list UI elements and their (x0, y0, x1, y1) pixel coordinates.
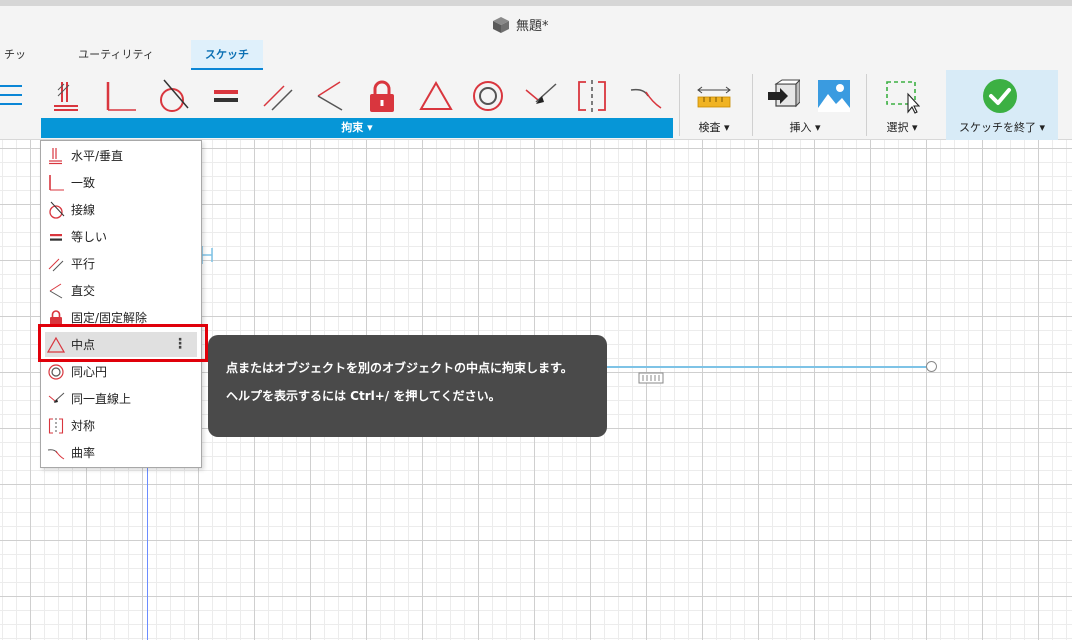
tab-bar: チック ユーティリティ スケッチ (0, 40, 1072, 91)
menu-item-label: 水平/垂直 (71, 149, 124, 163)
checkmark-icon (983, 79, 1017, 113)
midpoint-tool[interactable] (416, 74, 456, 118)
menu-item-label: 接線 (71, 203, 96, 217)
perpendicular-tool[interactable] (310, 74, 350, 118)
concentric-icon (48, 363, 64, 380)
insert-image-tool[interactable] (814, 74, 854, 118)
document-title: 無題* (492, 15, 549, 34)
equal-icon (214, 90, 238, 102)
concentric-tool[interactable] (468, 74, 508, 118)
tangent-tool[interactable] (152, 74, 192, 118)
insert-group-label[interactable]: 挿入 ▾ (770, 118, 840, 138)
constraints-dropdown-menu: 水平/垂直 一致 接線 等しい 平行 直交 固定/固定解除 中点 ⋮ 同心円 同… (40, 140, 202, 468)
finish-sketch-label[interactable]: スケッチを終了 ▾ (948, 118, 1056, 138)
document-title-text: 無題* (516, 19, 549, 34)
coincident-tool[interactable] (100, 74, 140, 118)
tangent-icon (49, 201, 65, 219)
midpoint-tooltip: 点またはオブジェクトを別のオブジェクトの中点に拘束します。 ヘルプを表示するには… (208, 335, 607, 437)
menu-item-label: 等しい (71, 230, 108, 244)
highlight-box (38, 324, 208, 362)
equal-tool[interactable] (206, 74, 246, 118)
tooltip-help-hint: ヘルプを表示するには Ctrl+/ を押してください。 (226, 389, 501, 403)
finish-sketch-button[interactable] (980, 74, 1020, 118)
coincident-icon (106, 82, 136, 111)
select-tool[interactable] (882, 74, 922, 118)
title-bar: 無題* (0, 6, 1072, 40)
tab-sketch[interactable]: スケッチ (191, 40, 263, 70)
ribbon-separator (866, 74, 867, 136)
fix-unfix-tool[interactable] (362, 74, 402, 118)
curvature-tool[interactable] (626, 74, 666, 118)
horizontal-vertical-icon (54, 82, 78, 111)
symmetry-icon (578, 80, 606, 112)
measure-tool[interactable] (694, 74, 734, 118)
insert-derive-tool[interactable] (762, 74, 802, 118)
menu-item-label: 対称 (71, 419, 96, 433)
select-group-label[interactable]: 選択 ▾ (872, 118, 932, 138)
horizontal-vertical-tool[interactable] (48, 74, 88, 118)
document-cube-icon (493, 16, 509, 33)
equal-icon (50, 233, 62, 241)
menu-item-equal[interactable]: 等しい (45, 224, 197, 249)
parallel-icon (263, 85, 293, 111)
menu-item-horizontal-vertical[interactable]: 水平/垂直 (45, 143, 197, 168)
image-icon (818, 80, 850, 112)
collinear-icon (525, 83, 557, 104)
sketch-line[interactable] (606, 366, 928, 368)
constraints-group-label[interactable]: 拘束 ▾ (41, 118, 673, 138)
ribbon-toolbar: 拘束 ▾ 検査 ▾ 挿入 ▾ 選択 ▾ スケッチを終了 ▾ (0, 70, 1072, 140)
parallel-icon (48, 258, 64, 271)
menu-item-label: 平行 (71, 257, 96, 271)
menu-item-curvature[interactable]: 曲率 (45, 440, 197, 465)
window-select-icon (886, 81, 920, 114)
coincident-icon (49, 174, 64, 190)
tab-utility[interactable]: ユーティリティ (76, 40, 156, 70)
menu-item-perpendicular[interactable]: 直交 (45, 278, 197, 303)
menu-item-label: 一致 (71, 176, 96, 190)
ribbon-separator (679, 74, 680, 136)
menu-item-label: 曲率 (71, 446, 96, 460)
tab-sheetmetal-partial[interactable]: チック (0, 40, 30, 91)
parallel-tool[interactable] (258, 74, 298, 118)
constraint-glyph-icon (638, 372, 664, 384)
symmetry-icon (48, 417, 64, 434)
menu-item-collinear[interactable]: 同一直線上 (45, 386, 197, 411)
lock-icon (370, 80, 394, 112)
curvature-icon (47, 448, 65, 459)
menu-item-label: 同心円 (71, 365, 108, 379)
perpendicular-icon (49, 283, 63, 298)
menu-item-parallel[interactable]: 平行 (45, 251, 197, 276)
menu-lines-icon[interactable] (0, 80, 24, 110)
menu-item-concentric[interactable]: 同心円 (45, 359, 197, 384)
menu-item-coincident[interactable]: 一致 (45, 170, 197, 195)
horizontal-vertical-icon (49, 147, 62, 164)
insert-box-icon (768, 79, 800, 108)
menu-item-label: 同一直線上 (71, 392, 132, 406)
perpendicular-icon (317, 81, 343, 111)
symmetry-tool[interactable] (572, 74, 612, 118)
menu-item-tangent[interactable]: 接線 (45, 197, 197, 222)
ruler-icon (697, 86, 731, 108)
ribbon-separator (752, 74, 753, 136)
curvature-icon (630, 88, 662, 109)
sketch-fragment (201, 246, 213, 264)
concentric-icon (473, 81, 503, 111)
collinear-icon (48, 392, 65, 403)
tangent-icon (160, 79, 189, 112)
sketch-endpoint[interactable] (926, 361, 937, 372)
midpoint-icon (419, 80, 453, 110)
menu-item-label: 直交 (71, 284, 96, 298)
menu-item-symmetry[interactable]: 対称 (45, 413, 197, 438)
collinear-tool[interactable] (520, 74, 560, 118)
tooltip-description: 点またはオブジェクトを別のオブジェクトの中点に拘束します。 (226, 361, 573, 375)
inspect-group-label[interactable]: 検査 ▾ (686, 118, 742, 138)
